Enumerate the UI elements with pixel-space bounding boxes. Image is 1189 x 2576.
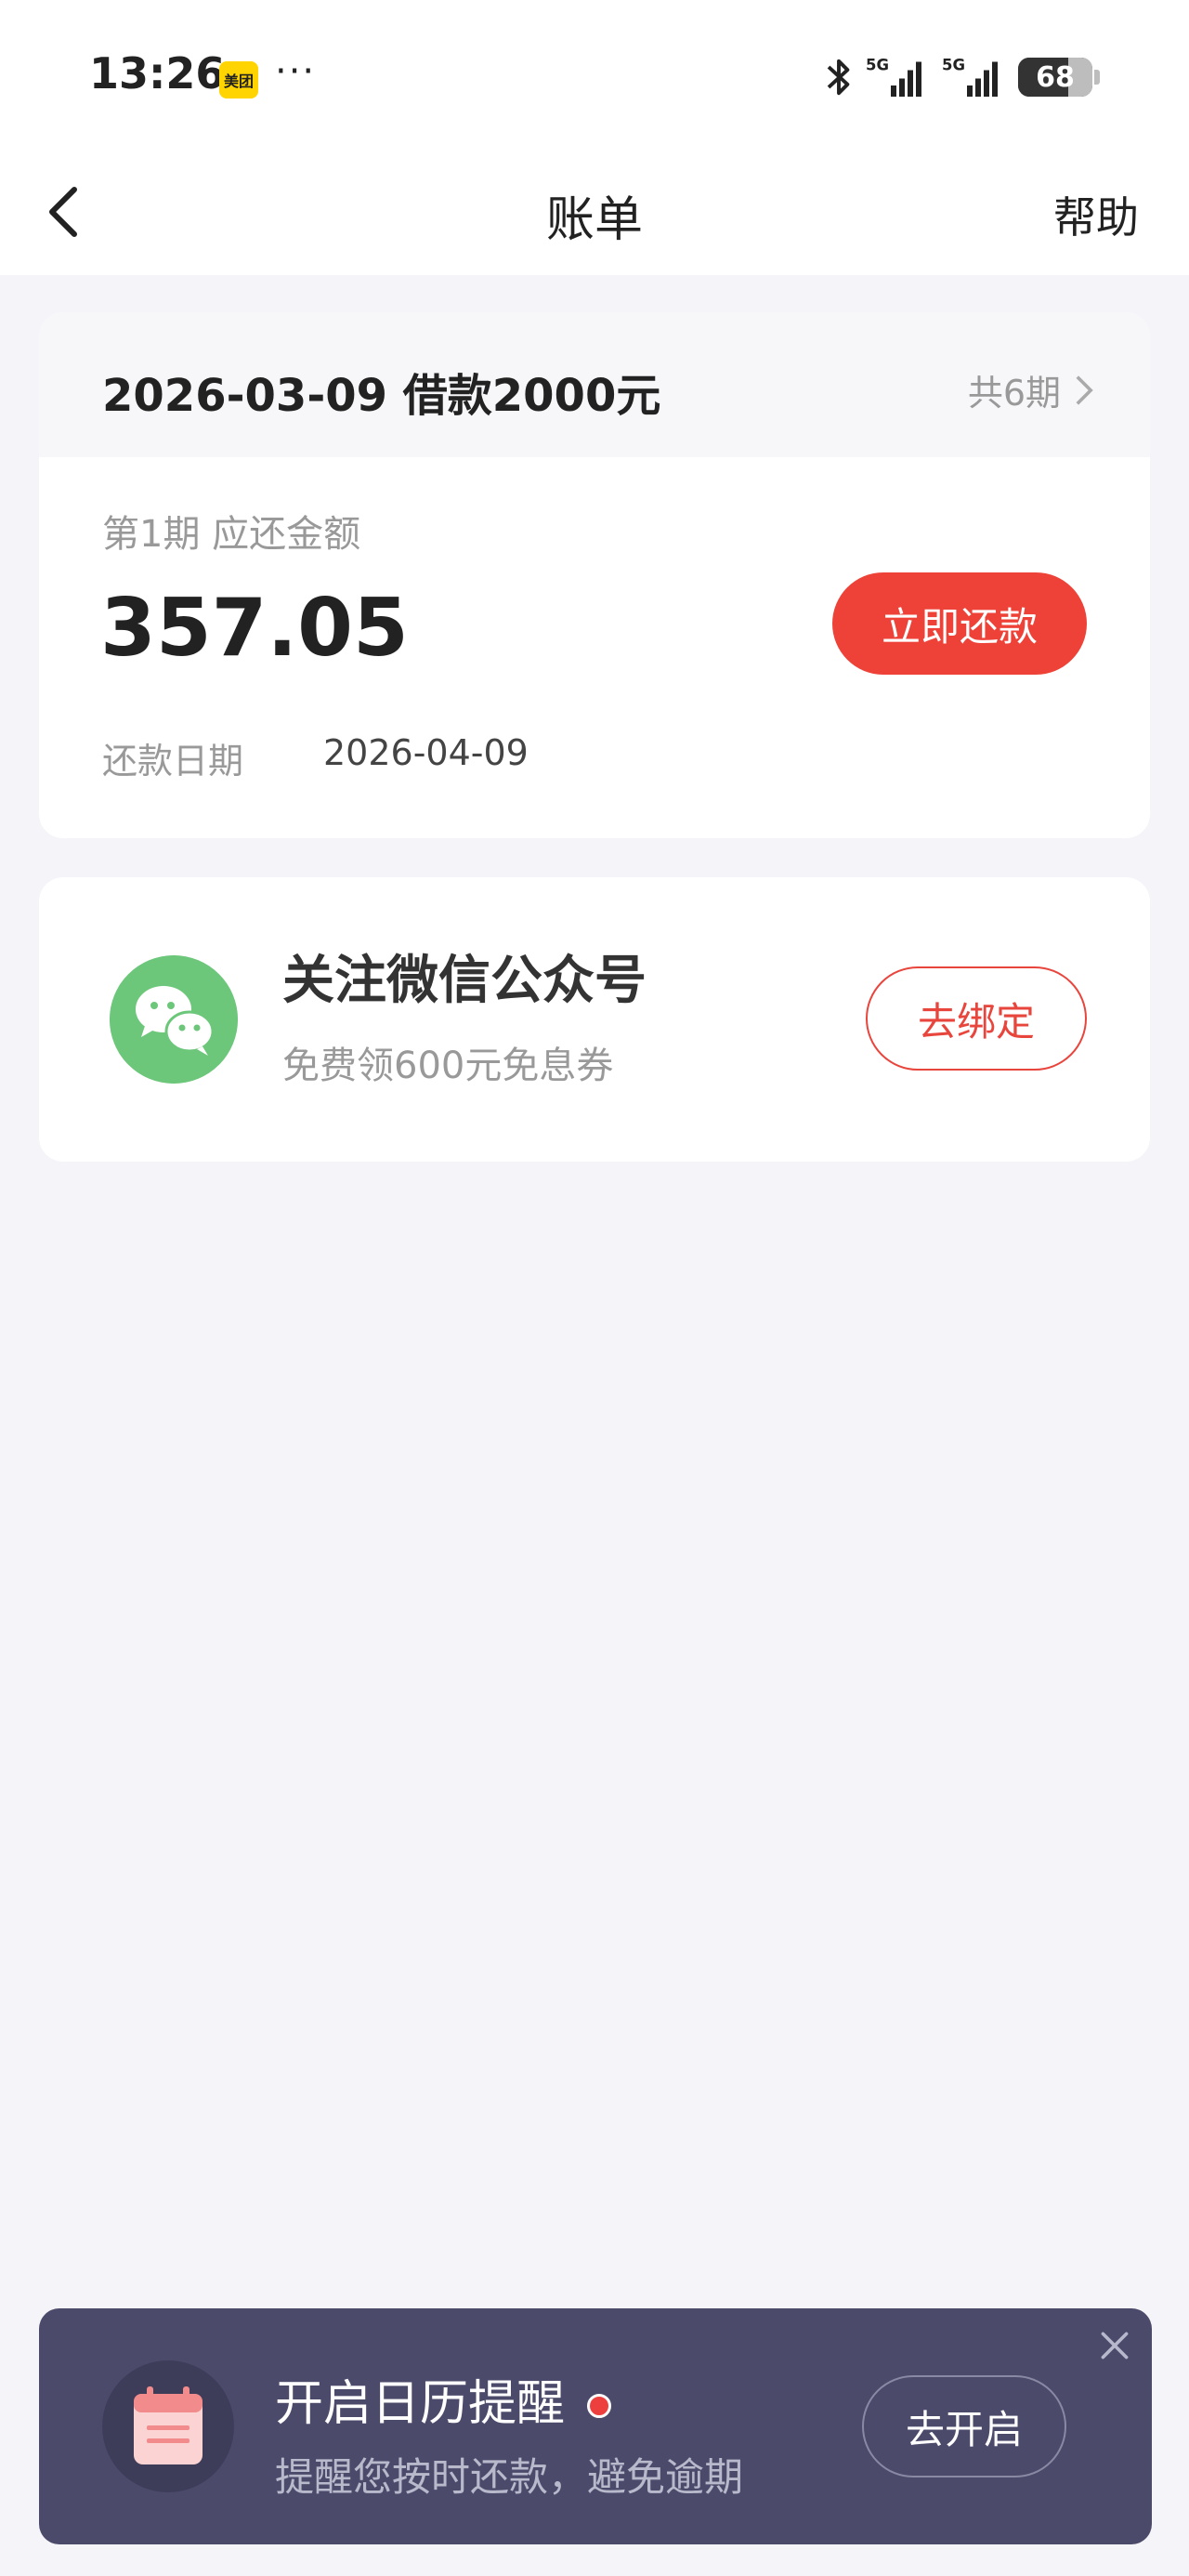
- help-link[interactable]: 帮助: [1053, 184, 1139, 245]
- wechat-title: 关注微信公众号: [282, 951, 647, 1011]
- nav-header: 账单 帮助: [0, 149, 1189, 275]
- wechat-follow-card: 关注微信公众号 免费领600元免息券 去绑定: [39, 877, 1150, 1162]
- svg-text:5G: 5G: [942, 57, 965, 74]
- due-date-label: 还款日期: [102, 741, 244, 782]
- calendar-reminder-banner: 开启日历提醒 提醒您按时还款，避免逾期 去开启: [39, 2308, 1152, 2544]
- calendar-reminder-title: 开启日历提醒: [275, 2376, 566, 2432]
- chevron-right-icon: [1076, 375, 1093, 405]
- status-time: 13:26: [89, 48, 226, 99]
- notification-dot: [587, 2394, 611, 2418]
- status-bar: 13:26 美团 ··· 5G 5G 68: [0, 0, 1189, 149]
- status-icons: 5G 5G 68: [821, 54, 1100, 100]
- calendar-reminder-subtitle: 提醒您按时还款，避免逾期: [275, 2454, 744, 2500]
- due-date-value: 2026-04-09: [323, 732, 529, 773]
- wechat-subtitle: 免费领600元免息券: [282, 1045, 614, 1087]
- network-type-label: 5G: [866, 57, 889, 74]
- pay-now-button[interactable]: 立即还款: [832, 572, 1087, 675]
- cellular-signal-icon: 5G: [866, 57, 921, 97]
- close-icon[interactable]: [1098, 2329, 1131, 2362]
- meituan-app-icon: 美团: [219, 61, 258, 99]
- calendar-icon-wrap: [102, 2360, 234, 2492]
- wechat-icon: [110, 955, 238, 1084]
- calendar-icon: [134, 2386, 203, 2464]
- amount-due: 357.05: [100, 582, 409, 675]
- bind-button[interactable]: 去绑定: [866, 966, 1087, 1071]
- loan-title: 2026-03-09 借款2000元: [102, 370, 661, 422]
- bill-card: 2026-03-09 借款2000元 共6期 第1期 应还金额 357.05 立…: [39, 312, 1150, 838]
- enable-reminder-button[interactable]: 去开启: [862, 2375, 1066, 2477]
- battery-level: 68: [1036, 60, 1075, 94]
- battery-icon: 68: [1018, 58, 1092, 97]
- cellular-signal-2-icon: 5G: [942, 57, 998, 97]
- installments-link[interactable]: 共6期: [968, 364, 1094, 415]
- page-title: 账单: [545, 192, 643, 248]
- period-label: 第1期 应还金额: [102, 513, 361, 556]
- more-notifications-icon: ···: [275, 50, 317, 93]
- battery-tip: [1094, 70, 1100, 85]
- bluetooth-icon: [827, 59, 850, 96]
- bill-card-header[interactable]: 2026-03-09 借款2000元 共6期: [39, 312, 1150, 457]
- installments-count: 共6期: [967, 373, 1061, 414]
